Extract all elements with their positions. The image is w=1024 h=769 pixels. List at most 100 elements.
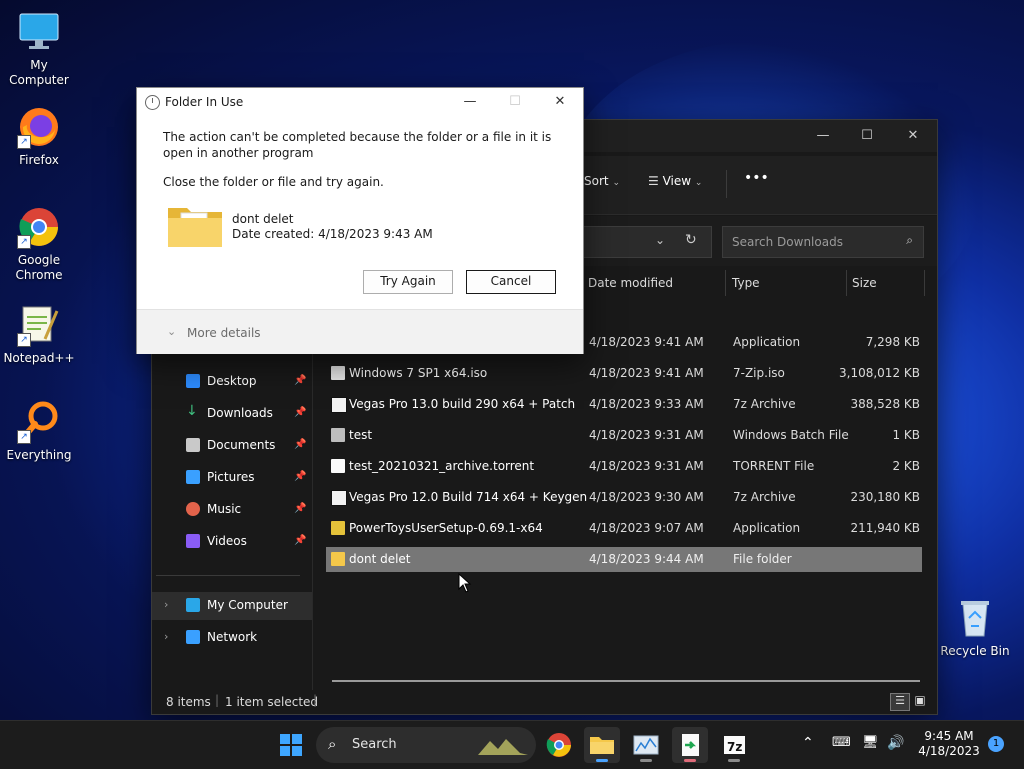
column-header-date[interactable]: Date modified bbox=[588, 276, 673, 290]
chevron-right-icon[interactable]: › bbox=[164, 630, 168, 643]
taskbar: ⌕ Search 7z ⌃ ⌨ 🖥 🔊 9:45 AM 4/18/2023 1 bbox=[0, 720, 1024, 769]
search-placeholder: Search bbox=[352, 737, 397, 752]
file-row[interactable]: Windows 7 SP1 x64.iso 4/18/2023 9:41 AM … bbox=[326, 361, 922, 386]
keyboard-icon[interactable]: ⌨ bbox=[832, 735, 851, 750]
try-again-button[interactable]: Try Again bbox=[363, 270, 453, 294]
file-row[interactable]: Vegas Pro 12.0 Build 714 x64 + Keygen 4/… bbox=[326, 485, 922, 510]
taskbar-search[interactable]: ⌕ Search bbox=[316, 727, 536, 763]
desktop-icon-everything[interactable]: ↗ Everything bbox=[0, 400, 78, 463]
desktop-icon-chrome[interactable]: ↗ Google Chrome bbox=[0, 205, 78, 283]
file-name: Vegas Pro 12.0 Build 714 x64 + Keygen bbox=[349, 490, 588, 504]
network-monitor-icon[interactable]: 🖥 bbox=[862, 735, 879, 750]
column-header-size[interactable]: Size bbox=[852, 276, 877, 290]
file-row[interactable]: test_20210321_archive.torrent 4/18/2023 … bbox=[326, 454, 922, 479]
clock[interactable]: 9:45 AM 4/18/2023 bbox=[914, 729, 984, 759]
file-size: 2 KB bbox=[892, 459, 920, 473]
folder-icon bbox=[167, 204, 223, 248]
folder-icon bbox=[590, 737, 614, 754]
tree-item-label: Network bbox=[207, 630, 258, 644]
sidebar-item-documents[interactable]: Documents 📌 bbox=[152, 432, 312, 460]
sidebar-item-videos[interactable]: Videos 📌 bbox=[152, 528, 312, 556]
performance-graph-icon bbox=[633, 735, 659, 755]
show-hidden-icons-chevron-icon[interactable]: ⌃ bbox=[802, 735, 814, 751]
sidebar-item-downloads[interactable]: ↓ Downloads 📌 bbox=[152, 400, 312, 428]
application-icon bbox=[331, 521, 345, 535]
see-more-button[interactable]: ••• bbox=[744, 170, 769, 186]
taskbar-7zip[interactable]: 7z bbox=[716, 727, 752, 763]
disc-image-icon bbox=[331, 366, 345, 380]
sidebar-item-desktop[interactable]: Desktop 📌 bbox=[152, 368, 312, 396]
sidebar-item-music[interactable]: Music 📌 bbox=[152, 496, 312, 524]
desktop-icon-firefox[interactable]: ↗ Firefox bbox=[0, 105, 78, 168]
running-indicator bbox=[640, 759, 652, 762]
details-view-icon[interactable]: ☰ bbox=[890, 693, 910, 711]
file-name: test_20210321_archive.torrent bbox=[349, 459, 535, 473]
start-button[interactable] bbox=[273, 727, 309, 763]
shortcut-arrow-icon: ↗ bbox=[17, 135, 31, 149]
search-icon: ⌕ bbox=[328, 735, 337, 753]
column-separator[interactable] bbox=[924, 270, 925, 296]
notification-badge[interactable]: 1 bbox=[988, 736, 1004, 752]
file-name: Vegas Pro 13.0 build 290 x64 + Patch bbox=[349, 397, 576, 411]
status-divider: | bbox=[215, 693, 220, 707]
pane-divider[interactable] bbox=[312, 300, 313, 690]
column-separator[interactable] bbox=[725, 270, 726, 296]
volume-icon[interactable]: 🔊 bbox=[887, 735, 904, 751]
sidebar-item-label: Pictures bbox=[207, 470, 255, 484]
column-separator[interactable] bbox=[846, 270, 847, 296]
sort-button[interactable]: Sort ⌄ bbox=[584, 174, 620, 188]
desktop-icon-label: Google Chrome bbox=[15, 253, 63, 282]
search-input[interactable]: Search Downloads ⌕ bbox=[722, 226, 924, 258]
sidebar-item-label: Documents bbox=[207, 438, 276, 452]
running-indicator bbox=[728, 759, 740, 762]
horizontal-scrollbar[interactable] bbox=[332, 680, 920, 682]
chevron-right-icon[interactable]: › bbox=[164, 598, 168, 611]
view-label: View bbox=[662, 174, 692, 188]
folder-in-use-dialog: Folder In Use — ☐ ✕ The action can't be … bbox=[136, 87, 584, 354]
chevron-down-icon[interactable]: ⌄ bbox=[167, 325, 176, 338]
desktop-icon-label: Notepad++ bbox=[3, 351, 75, 365]
file-row[interactable]: test 4/18/2023 9:31 AM Windows Batch Fil… bbox=[326, 423, 922, 448]
close-button[interactable]: ✕ bbox=[890, 120, 936, 152]
tree-item-network[interactable]: › Network bbox=[152, 624, 312, 652]
taskbar-chrome[interactable] bbox=[541, 727, 577, 763]
chrome-icon: ↗ bbox=[17, 205, 61, 249]
file-type: 7z Archive bbox=[733, 397, 796, 411]
desktop-icon-recycle-bin[interactable]: Recycle Bin bbox=[936, 596, 1014, 659]
view-button[interactable]: ☰ View ⌄ bbox=[648, 174, 702, 188]
taskbar-file-explorer[interactable] bbox=[584, 727, 620, 763]
selection-count: 1 item selected bbox=[225, 695, 319, 709]
tiles-view-icon[interactable]: ▣ bbox=[912, 693, 928, 709]
close-button[interactable]: ✕ bbox=[537, 88, 583, 116]
pin-icon: 📌 bbox=[294, 535, 307, 546]
minimize-button[interactable]: — bbox=[447, 88, 493, 116]
file-row-selected[interactable]: dont delet 4/18/2023 9:44 AM File folder bbox=[326, 547, 922, 572]
recycle-bin-icon bbox=[953, 596, 997, 640]
file-row[interactable]: PowerToysUserSetup-0.69.1-x64 4/18/2023 … bbox=[326, 516, 922, 541]
column-header-type[interactable]: Type bbox=[732, 276, 760, 290]
desktop-icon-notepadpp[interactable]: ↗ Notepad++ bbox=[0, 303, 78, 366]
file-type: Application bbox=[733, 521, 801, 535]
taskbar-resource-monitor[interactable] bbox=[628, 727, 664, 763]
status-bar: 8 items | 1 item selected | ☰ ▣ bbox=[152, 690, 937, 714]
chrome-icon bbox=[546, 733, 571, 757]
refresh-icon[interactable]: ↻ bbox=[685, 232, 697, 248]
file-row[interactable]: Vegas Pro 13.0 build 290 x64 + Patch 4/1… bbox=[326, 392, 922, 417]
cancel-button[interactable]: Cancel bbox=[466, 270, 556, 294]
taskbar-app-green-arrow[interactable] bbox=[672, 727, 708, 763]
tree-item-my-computer[interactable]: › My Computer bbox=[152, 592, 312, 620]
sidebar-divider bbox=[156, 575, 300, 576]
maximize-button[interactable]: ☐ bbox=[844, 120, 890, 152]
batch-file-icon bbox=[331, 428, 345, 442]
video-icon bbox=[186, 534, 200, 548]
torrent-file-icon bbox=[331, 459, 345, 473]
minimize-button[interactable]: — bbox=[800, 120, 846, 152]
more-details-toggle[interactable]: More details bbox=[187, 326, 261, 340]
desktop-icon bbox=[186, 374, 200, 388]
sidebar-item-pictures[interactable]: Pictures 📌 bbox=[152, 464, 312, 492]
desktop-icon-my-computer[interactable]: My Computer bbox=[0, 10, 78, 88]
chevron-down-icon[interactable]: ⌄ bbox=[655, 233, 665, 247]
file-size: 230,180 KB bbox=[850, 490, 920, 504]
file-date: 4/18/2023 9:41 AM bbox=[589, 366, 704, 380]
file-date: 4/18/2023 9:31 AM bbox=[589, 459, 704, 473]
